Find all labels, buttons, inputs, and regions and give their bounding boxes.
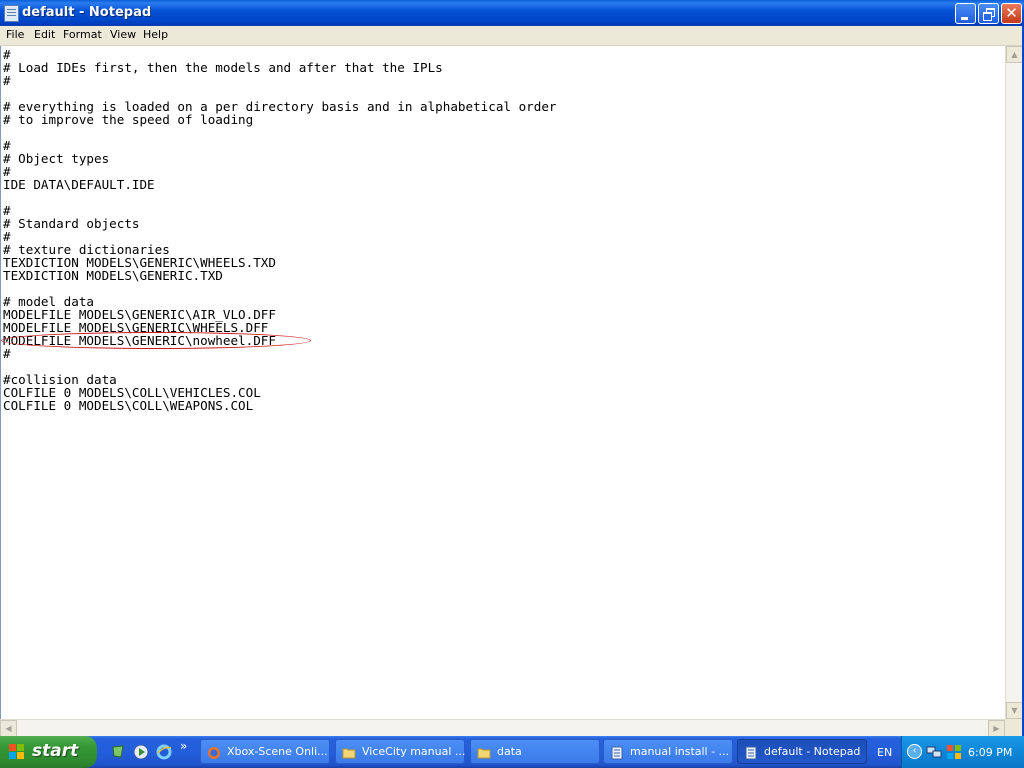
- editor-line: #: [3, 73, 11, 88]
- minimize-button[interactable]: [955, 3, 976, 24]
- vertical-scrollbar[interactable]: ▲ ▼: [1005, 46, 1023, 719]
- notepad-icon: [744, 745, 758, 760]
- task-button-vicecity-folder[interactable]: ViceCity manual ...: [335, 739, 465, 764]
- editor-line: # to improve the speed of loading: [3, 112, 254, 127]
- text-editor[interactable]: # # Load IDEs first, then the models and …: [0, 46, 1005, 719]
- menu-file[interactable]: File: [6, 28, 24, 41]
- notepad-icon: [610, 745, 624, 760]
- window-title: default - Notepad: [22, 5, 152, 20]
- task-button-browser[interactable]: Xbox-Scene Onli...: [200, 739, 330, 764]
- windows-logo-icon: [9, 744, 25, 760]
- taskbar: start » Xbox-Scene Onli... ViceCity manu…: [0, 736, 1024, 768]
- title-bar[interactable]: default - Notepad ✕: [0, 0, 1024, 26]
- editor-line: TEXDICTION MODELS\GENERIC.TXD: [3, 268, 223, 283]
- menu-format[interactable]: Format: [63, 28, 102, 41]
- task-label: data: [497, 745, 522, 758]
- internet-explorer-icon[interactable]: [156, 744, 172, 760]
- editor-line: #: [3, 346, 11, 361]
- start-button[interactable]: start: [0, 736, 97, 768]
- clock[interactable]: 6:09 PM: [968, 746, 1012, 759]
- task-label: manual install - ...: [630, 745, 730, 758]
- task-button-default-notepad[interactable]: default - Notepad: [737, 739, 867, 764]
- editor-line: IDE DATA\DEFAULT.IDE: [3, 177, 155, 192]
- firefox-icon: [207, 745, 221, 759]
- task-button-data-folder[interactable]: data: [470, 739, 600, 764]
- editor-content[interactable]: # # Load IDEs first, then the models and …: [3, 48, 557, 412]
- menu-bar: File Edit Format View Help: [0, 26, 1024, 46]
- scroll-down-arrow-icon[interactable]: ▼: [1006, 702, 1023, 719]
- task-label: Xbox-Scene Onli...: [227, 745, 328, 758]
- language-indicator[interactable]: EN: [877, 746, 892, 759]
- folder-icon: [477, 745, 491, 759]
- menu-view[interactable]: View: [110, 28, 136, 41]
- quick-launch-expand-icon[interactable]: »: [180, 739, 187, 753]
- tray-expand-icon[interactable]: ‹: [907, 744, 922, 759]
- network-icon[interactable]: [926, 744, 942, 760]
- quick-launch-app-icon[interactable]: [110, 744, 126, 760]
- scroll-right-arrow-icon[interactable]: ▶: [988, 720, 1005, 737]
- horizontal-scrollbar[interactable]: ◀ ▶: [0, 719, 1005, 737]
- scroll-left-arrow-icon[interactable]: ◀: [0, 720, 17, 737]
- scroll-up-arrow-icon[interactable]: ▲: [1006, 46, 1023, 63]
- editor-line: # Object types: [3, 151, 110, 166]
- editor-line: COLFILE 0 MODELS\COLL\WEAPONS.COL: [3, 398, 254, 413]
- menu-help[interactable]: Help: [143, 28, 168, 41]
- editor-line: # Standard objects: [3, 216, 140, 231]
- task-button-manual-install[interactable]: manual install - ...: [603, 739, 733, 764]
- close-button[interactable]: ✕: [1001, 3, 1022, 24]
- menu-edit[interactable]: Edit: [34, 28, 55, 41]
- red-circle-annotation: [1, 332, 311, 349]
- notepad-icon: [4, 5, 19, 22]
- task-label: default - Notepad: [764, 745, 861, 758]
- tray-app-icon[interactable]: [946, 744, 962, 760]
- task-label: ViceCity manual ...: [362, 745, 466, 758]
- windows-media-player-icon[interactable]: [133, 744, 149, 760]
- editor-line: # Load IDEs first, then the models and a…: [3, 60, 443, 75]
- system-tray: ‹ 6:09 PM: [901, 736, 1024, 768]
- folder-icon: [342, 745, 356, 759]
- start-label: start: [32, 741, 79, 761]
- maximize-button[interactable]: [978, 3, 999, 24]
